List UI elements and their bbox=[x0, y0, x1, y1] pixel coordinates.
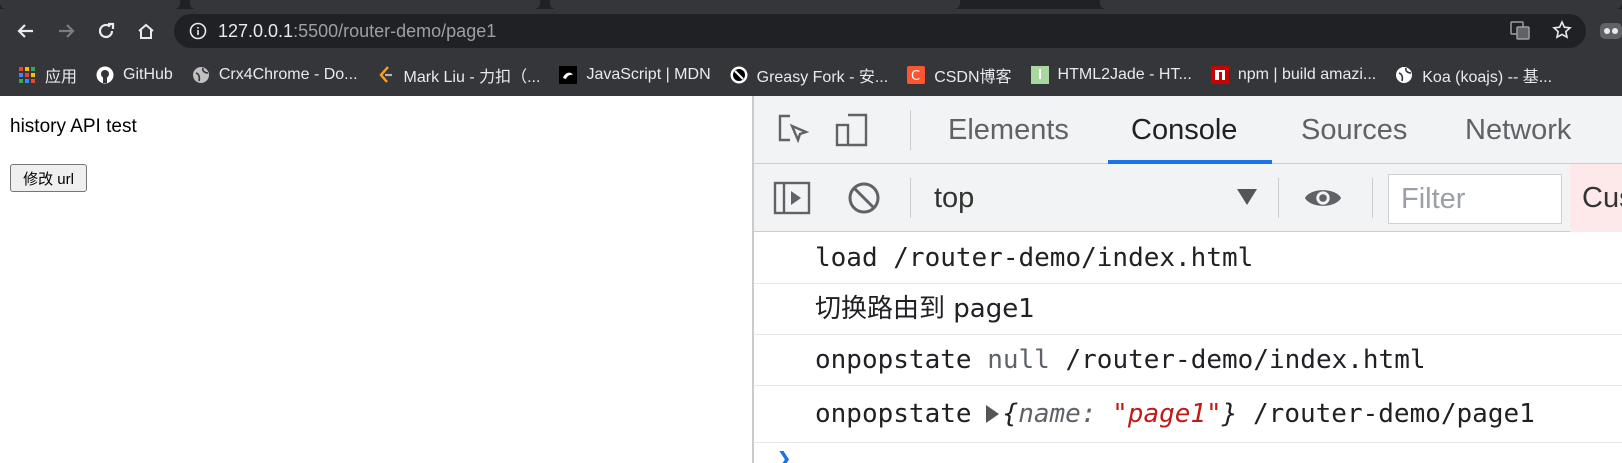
apps-grid-icon bbox=[18, 66, 36, 84]
bookmark-2[interactable]: Crx4Chrome - Do... bbox=[183, 53, 368, 96]
bookmark-label: GitHub bbox=[123, 65, 173, 83]
separator bbox=[1372, 178, 1373, 218]
greasyfork-icon bbox=[730, 66, 748, 84]
profile-icon[interactable] bbox=[1598, 13, 1622, 49]
message-text: onpopstate bbox=[815, 345, 972, 375]
bookmark-0[interactable]: 应用 bbox=[0, 53, 87, 96]
bookmarks-bar: 应用 GitHub Crx4Chrome - Do... Mark Liu - 力扣（… bbox=[0, 53, 1622, 96]
bookmark-4[interactable]: JavaScript | MDN bbox=[550, 53, 720, 96]
separator bbox=[910, 178, 911, 218]
tab-sources[interactable]: Sources bbox=[1301, 96, 1407, 164]
csdn-icon: C bbox=[907, 65, 926, 84]
object-preview[interactable]: {name: "page1"} bbox=[1003, 399, 1238, 429]
bookmark-label: Greasy Fork - 安... bbox=[756, 68, 889, 86]
message-path: /router-demo/index.html bbox=[1065, 345, 1426, 375]
bookmark-label: CSDN博客 bbox=[934, 68, 1012, 86]
bookmark-6[interactable]: C CSDN博客 bbox=[898, 53, 1021, 96]
globe-icon bbox=[192, 66, 210, 84]
reload-button[interactable] bbox=[86, 11, 126, 51]
info-icon[interactable] bbox=[188, 21, 208, 41]
url-host: 127.0.0.1 bbox=[218, 20, 294, 41]
console-prompt-icon[interactable]: ❯ bbox=[776, 451, 792, 463]
tab[interactable] bbox=[1100, 0, 1622, 9]
null-value: null bbox=[987, 345, 1050, 375]
tab[interactable] bbox=[190, 0, 540, 9]
console-message: 切换路由到 page1 bbox=[754, 284, 1622, 335]
bookmark-3[interactable]: Mark Liu - 力扣（... bbox=[368, 53, 551, 96]
bookmark-label: Crx4Chrome - Do... bbox=[218, 65, 358, 83]
console-message: load /router-demo/index.html bbox=[754, 233, 1622, 284]
bookmark-label: 应用 bbox=[45, 68, 78, 86]
context-selector[interactable]: top bbox=[934, 164, 974, 232]
home-icon bbox=[138, 23, 154, 39]
modify-url-button[interactable]: 修改 url bbox=[10, 164, 87, 192]
clear-console-icon[interactable] bbox=[844, 178, 884, 218]
eye-icon[interactable] bbox=[1303, 178, 1343, 218]
arrow-left-icon bbox=[17, 24, 33, 38]
expand-triangle-icon[interactable] bbox=[985, 405, 999, 423]
bookmark-5[interactable]: Greasy Fork - 安... bbox=[721, 53, 899, 96]
object-value: "page1" bbox=[1112, 399, 1222, 429]
message-text: onpopstate bbox=[815, 399, 972, 429]
bookmark-label: HTML2Jade - HT... bbox=[1057, 65, 1192, 83]
separator bbox=[910, 110, 911, 150]
home-button[interactable] bbox=[126, 11, 166, 51]
devtools-panel: Elements Console Sources Network top Fil… bbox=[754, 96, 1622, 463]
console-toolbar: top Filter Cus bbox=[754, 164, 1622, 232]
github-icon bbox=[96, 66, 114, 84]
bookmark-label: JavaScript | MDN bbox=[586, 65, 711, 83]
console-message: onpopstate {name: "page1"} /router-demo/p… bbox=[754, 386, 1622, 443]
bookmark-8[interactable]: npm | build amazi... bbox=[1202, 53, 1386, 96]
bookmark-label: Mark Liu - 力扣（... bbox=[403, 68, 541, 86]
devtools-tabbar: Elements Console Sources Network bbox=[754, 96, 1622, 164]
back-button[interactable] bbox=[6, 11, 46, 51]
svg-text:C: C bbox=[911, 69, 920, 84]
star-icon[interactable] bbox=[1552, 20, 1572, 44]
tab-elements[interactable]: Elements bbox=[948, 96, 1069, 164]
tab-console[interactable]: Console bbox=[1131, 96, 1237, 164]
tab-network[interactable]: Network bbox=[1465, 96, 1571, 164]
tab-strip bbox=[0, 0, 1622, 9]
npm-icon bbox=[1210, 65, 1229, 84]
translate-icon[interactable] bbox=[1510, 20, 1530, 44]
bookmark-label: Koa (koajs) -- 基... bbox=[1422, 68, 1553, 86]
bookmark-9[interactable]: Koa (koajs) -- 基... bbox=[1386, 53, 1562, 96]
browser-toolbar: 127.0.0.1:5500/router-demo/page1 bbox=[0, 9, 1622, 53]
forward-button[interactable] bbox=[46, 11, 86, 51]
arrow-right-icon bbox=[59, 24, 75, 38]
page-viewport: history API test 修改 url bbox=[0, 96, 752, 463]
separator bbox=[1278, 178, 1279, 218]
url-text[interactable]: 127.0.0.1:5500/router-demo/page1 bbox=[218, 21, 496, 42]
object-key: name: bbox=[1018, 399, 1097, 429]
tab[interactable] bbox=[0, 0, 180, 9]
tab[interactable] bbox=[550, 0, 960, 9]
device-toolbar-icon[interactable] bbox=[832, 110, 872, 150]
globe-icon bbox=[1395, 66, 1413, 84]
toggle-sidebar-icon[interactable] bbox=[772, 178, 812, 218]
bookmark-7[interactable]: HTML2Jade - HT... bbox=[1022, 53, 1202, 96]
chevron-down-icon[interactable] bbox=[1237, 189, 1257, 205]
url-path: :5500/router-demo/page1 bbox=[293, 20, 497, 41]
address-bar[interactable]: 127.0.0.1:5500/router-demo/page1 bbox=[174, 14, 1586, 48]
bookmark-1[interactable]: GitHub bbox=[87, 53, 183, 96]
reload-icon bbox=[98, 22, 115, 39]
bookmark-label: npm | build amazi... bbox=[1237, 65, 1377, 83]
page-heading: history API test bbox=[10, 116, 137, 137]
console-message: onpopstate null /router-demo/index.html bbox=[754, 335, 1622, 386]
leetcode-icon bbox=[377, 65, 395, 84]
console-messages: load /router-demo/index.html 切换路由到 page1… bbox=[754, 233, 1622, 463]
mdn-icon bbox=[559, 65, 578, 84]
filter-input[interactable]: Filter bbox=[1388, 174, 1562, 224]
html2jade-icon bbox=[1030, 65, 1049, 84]
log-levels-dropdown[interactable]: Cus bbox=[1570, 164, 1622, 232]
message-path: /router-demo/page1 bbox=[1253, 399, 1535, 429]
inspect-element-icon[interactable] bbox=[774, 110, 814, 150]
